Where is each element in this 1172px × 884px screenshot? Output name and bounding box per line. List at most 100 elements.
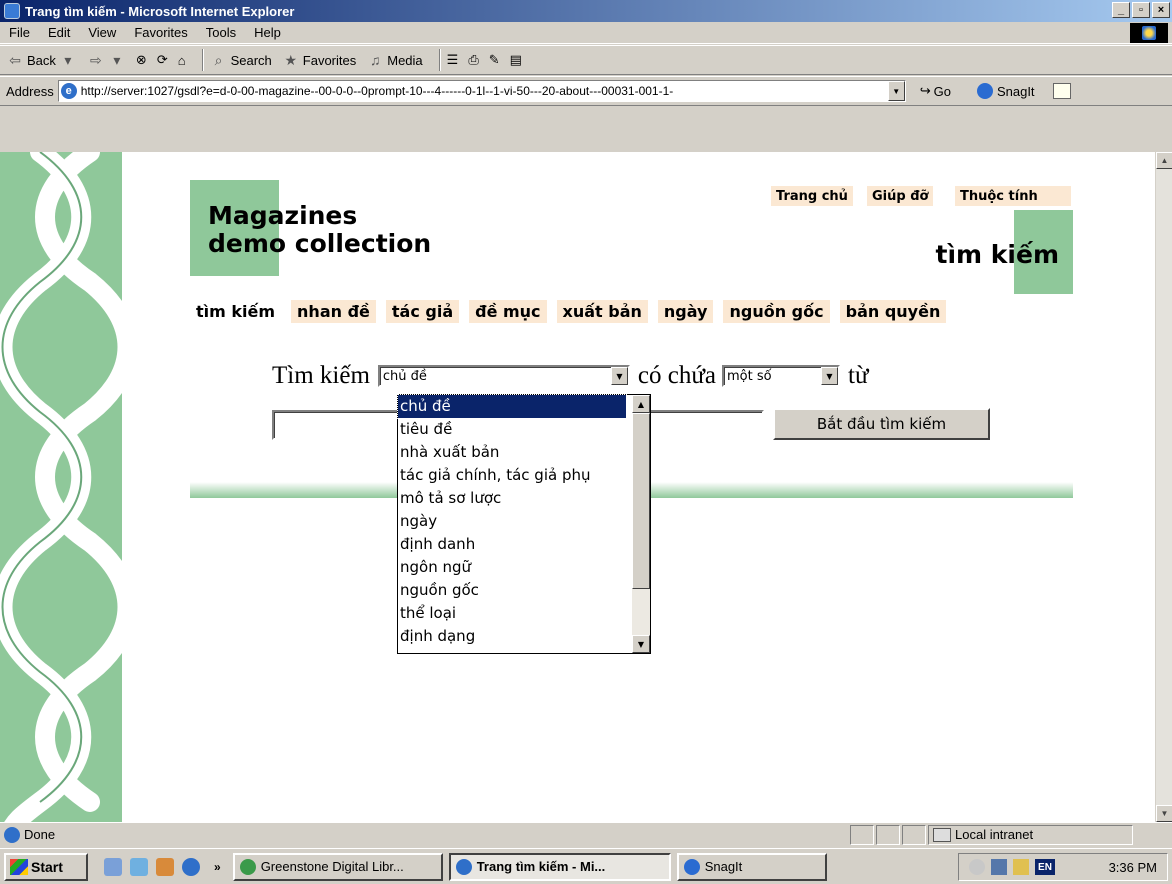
option-identifier[interactable]: định danh xyxy=(398,533,626,556)
status-cell xyxy=(902,824,926,845)
home-icon[interactable]: ⌂ xyxy=(178,53,186,68)
window-title-bar[interactable]: Trang tìm kiếm - Microsoft Internet Expl… xyxy=(0,0,1172,22)
window-controls: _ ▫ × xyxy=(1112,2,1170,18)
minimize-button[interactable]: _ xyxy=(1112,2,1130,18)
option-format[interactable]: định dạng xyxy=(398,625,626,648)
search-mode-select[interactable]: một số ▼ xyxy=(722,365,840,387)
nav-titles[interactable]: nhan đề xyxy=(291,299,376,323)
outlook-icon[interactable] xyxy=(156,857,174,876)
page-icon: e xyxy=(60,83,77,99)
search-button[interactable]: ⌕ Search xyxy=(210,51,272,69)
links-icon[interactable] xyxy=(1052,83,1071,99)
clock: 3:36 PM xyxy=(1108,859,1157,875)
history-icon[interactable]: ☰ xyxy=(447,52,459,68)
scroll-down-icon[interactable]: ▼ xyxy=(632,635,650,653)
status-bar: Done Local intranet xyxy=(0,822,1172,846)
nav-search[interactable]: tìm kiếm xyxy=(190,300,281,323)
favorites-icon: ★ xyxy=(284,51,298,68)
show-desktop-icon[interactable] xyxy=(104,857,122,876)
menu-tools[interactable]: Tools xyxy=(197,25,245,40)
ie-icon xyxy=(4,3,20,19)
more-chevron-icon[interactable]: » xyxy=(214,860,221,874)
ie-quicklaunch-icon[interactable] xyxy=(182,857,200,876)
windows-flag-icon xyxy=(10,858,28,875)
contains-label: có chứa xyxy=(637,362,716,389)
maximize-button[interactable]: ▫ xyxy=(1132,2,1150,18)
nav-subjects[interactable]: đề mục xyxy=(469,299,547,323)
words-label: từ xyxy=(848,362,869,389)
page-scrollbar[interactable]: ▲ ▼ xyxy=(1155,152,1172,822)
address-url: http://server:1027/gsdl?e=d-0-00-magazin… xyxy=(80,84,674,98)
search-form-row: Tìm kiếm chủ đề ▼ có chứa một số ▼ từ xyxy=(272,362,869,390)
back-button[interactable]: ⇦ Back ▾ xyxy=(6,51,77,69)
status-cell xyxy=(876,824,900,845)
network-icon[interactable] xyxy=(991,859,1007,875)
task-ie-search[interactable]: Trang tìm kiếm - Mi... xyxy=(448,852,671,881)
chevron-down-icon[interactable]: ▼ xyxy=(610,367,628,385)
task-snagit[interactable]: SnagIt xyxy=(676,852,827,881)
menu-favorites[interactable]: Favorites xyxy=(125,25,196,40)
option-type[interactable]: thể loại xyxy=(398,602,626,625)
address-input[interactable]: e http://server:1027/gsdl?e=d-0-00-magaz… xyxy=(57,80,906,102)
chevron-down-icon[interactable]: ▼ xyxy=(821,367,838,385)
nav-publishers[interactable]: xuất bản xyxy=(556,299,648,323)
intranet-icon xyxy=(933,827,951,842)
media-button[interactable]: ♫ Media xyxy=(366,51,423,69)
task-greenstone[interactable]: Greenstone Digital Libr... xyxy=(232,852,443,881)
search-field-select[interactable]: chủ đề ▼ xyxy=(377,365,630,387)
link-home[interactable]: Trang chủ xyxy=(771,186,853,206)
option-language[interactable]: ngôn ngữ xyxy=(398,556,626,579)
nav-dates[interactable]: ngày xyxy=(657,299,714,323)
option-subject[interactable]: chủ đề xyxy=(397,394,627,419)
address-label: Address xyxy=(6,83,54,99)
stop-icon[interactable]: ⊗ xyxy=(136,52,147,68)
menu-file[interactable]: File xyxy=(0,25,39,40)
option-date[interactable]: ngày xyxy=(398,510,626,533)
chevron-down-icon[interactable]: ▾ xyxy=(108,51,126,69)
window-title: Trang tìm kiếm - Microsoft Internet Expl… xyxy=(25,3,295,19)
link-preferences[interactable]: Thuộc tính xyxy=(955,186,1071,206)
scroll-down-icon[interactable]: ▼ xyxy=(1156,805,1172,822)
option-title[interactable]: tiêu đề xyxy=(398,418,626,441)
media-icon: ♫ xyxy=(370,52,381,68)
security-zone[interactable]: Local intranet xyxy=(928,824,1133,845)
menu-edit[interactable]: Edit xyxy=(39,25,79,40)
option-description[interactable]: mô tả sơ lược xyxy=(398,487,626,510)
media-player-icon[interactable] xyxy=(130,857,148,876)
nav-rights[interactable]: bản quyền xyxy=(839,299,947,323)
option-source[interactable]: nguồn gốc xyxy=(398,579,626,602)
link-help[interactable]: Giúp đỡ xyxy=(867,186,934,206)
search-field-options[interactable]: chủ đề tiêu đề nhà xuất bản tác giả chín… xyxy=(397,394,651,654)
start-search-button[interactable]: Bắt đầu tìm kiếm xyxy=(773,408,990,440)
language-indicator[interactable]: EN xyxy=(1035,859,1055,875)
refresh-icon[interactable]: ⟳ xyxy=(157,52,168,68)
discuss-icon[interactable]: ▤ xyxy=(510,52,522,68)
scroll-up-icon[interactable]: ▲ xyxy=(632,395,650,413)
forward-arrow-icon: ⇨ xyxy=(90,51,102,68)
options-scrollbar[interactable]: ▲ ▼ xyxy=(632,395,650,653)
nav-authors[interactable]: tác giả xyxy=(385,299,460,323)
chevron-down-icon[interactable]: ▼ xyxy=(887,81,905,101)
scroll-up-icon[interactable]: ▲ xyxy=(1156,152,1172,169)
tray-app-icon[interactable] xyxy=(969,859,985,875)
greenstone-icon xyxy=(239,858,256,875)
volume-icon[interactable] xyxy=(1013,859,1029,875)
toolbar-separator xyxy=(438,49,441,71)
status-cell xyxy=(850,824,874,845)
chevron-down-icon[interactable]: ▾ xyxy=(59,51,77,69)
menu-help[interactable]: Help xyxy=(245,25,290,40)
edit-icon[interactable]: ✎ xyxy=(489,52,500,68)
option-author[interactable]: tác giả chính, tác giả phụ xyxy=(398,464,626,487)
forward-button[interactable]: ⇨ ▾ xyxy=(87,51,126,69)
menu-view[interactable]: View xyxy=(79,25,125,40)
close-button[interactable]: × xyxy=(1152,2,1170,18)
start-button[interactable]: Start xyxy=(4,852,88,881)
scroll-thumb[interactable] xyxy=(632,413,650,589)
favorites-button[interactable]: ★ Favorites xyxy=(282,51,357,69)
ie-task-icon xyxy=(455,858,472,875)
go-button[interactable]: ↪ Go xyxy=(920,83,951,99)
option-publisher[interactable]: nhà xuất bản xyxy=(398,441,626,464)
nav-sources[interactable]: nguồn gốc xyxy=(723,299,830,323)
print-icon[interactable]: ⎙ xyxy=(468,52,478,68)
snagit-button[interactable]: SnagIt xyxy=(976,83,1035,99)
